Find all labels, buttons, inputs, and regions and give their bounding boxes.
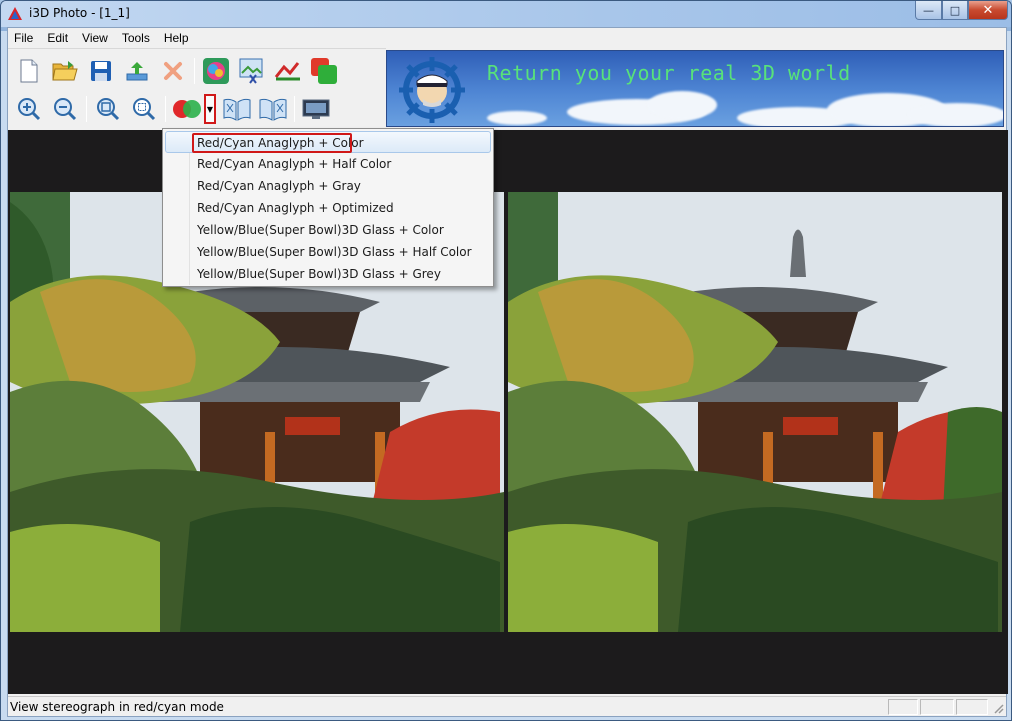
layers-icon bbox=[311, 58, 337, 84]
zoom-fit-button[interactable] bbox=[93, 94, 123, 124]
app-window: i3D Photo - [1_1] — □ ✕ File Edit View T… bbox=[0, 0, 1012, 721]
menu-file[interactable]: File bbox=[14, 31, 33, 45]
status-pane-1 bbox=[888, 699, 918, 715]
maximize-button[interactable]: □ bbox=[942, 1, 968, 20]
app-logo-icon bbox=[8, 7, 22, 20]
title-bar[interactable]: i3D Photo - [1_1] — □ ✕ bbox=[1, 1, 1011, 27]
anaglyph-icon bbox=[173, 100, 201, 118]
delete-icon bbox=[164, 62, 182, 80]
layers-button[interactable] bbox=[309, 56, 339, 86]
align-icon bbox=[274, 62, 300, 81]
option-label: Red/Cyan Anaglyph + Gray bbox=[197, 179, 361, 193]
option-label: Yellow/Blue(Super Bowl)3D Glass + Grey bbox=[197, 267, 441, 281]
selection-highlight-box bbox=[192, 133, 352, 153]
window-title: i3D Photo - [1_1] bbox=[29, 6, 130, 20]
stereo-image-viewer[interactable] bbox=[8, 130, 1008, 694]
cross-view-icon bbox=[259, 98, 287, 121]
open-folder-icon bbox=[52, 61, 78, 81]
option-label: Red/Cyan Anaglyph + Optimized bbox=[197, 201, 394, 215]
image-tool-icon bbox=[239, 58, 263, 84]
resize-grip-icon[interactable] bbox=[992, 702, 1004, 714]
menu-edit[interactable]: Edit bbox=[47, 31, 68, 45]
anaglyph-option-yellow-blue-color[interactable]: Yellow/Blue(Super Bowl)3D Glass + Color bbox=[163, 219, 493, 241]
anaglyph-button[interactable] bbox=[172, 94, 202, 124]
zoom-out-button[interactable] bbox=[50, 94, 80, 124]
anaglyph-option-red-cyan-optimized[interactable]: Red/Cyan Anaglyph + Optimized bbox=[163, 197, 493, 219]
anaglyph-option-red-cyan-half-color[interactable]: Red/Cyan Anaglyph + Half Color bbox=[163, 153, 493, 175]
zoom-actual-button[interactable] bbox=[129, 94, 159, 124]
maximize-icon: □ bbox=[949, 3, 961, 17]
parallel-view-icon bbox=[223, 98, 251, 121]
new-button[interactable] bbox=[14, 56, 44, 86]
anaglyph-option-yellow-blue-half-color[interactable]: Yellow/Blue(Super Bowl)3D Glass + Half C… bbox=[163, 241, 493, 263]
color-effects-icon bbox=[203, 58, 229, 84]
toolbar-separator bbox=[165, 96, 166, 122]
toolbar-separator bbox=[294, 96, 295, 122]
right-stereo-image bbox=[508, 192, 1002, 632]
banner-slogan: Return you your real 3D world bbox=[487, 61, 851, 85]
minimize-button[interactable]: — bbox=[915, 1, 942, 20]
color-effects-button[interactable] bbox=[201, 56, 231, 86]
status-text: View stereograph in red/cyan mode bbox=[10, 699, 224, 714]
option-label: Red/Cyan Anaglyph + Half Color bbox=[197, 157, 392, 171]
toolbar-row-1 bbox=[8, 53, 339, 89]
toolbar-row-2: ▼ bbox=[8, 91, 331, 127]
delete-button[interactable] bbox=[158, 56, 188, 86]
fullscreen-icon bbox=[302, 99, 330, 119]
anaglyph-option-red-cyan-gray[interactable]: Red/Cyan Anaglyph + Gray bbox=[163, 175, 493, 197]
zoom-fit-icon bbox=[97, 98, 120, 121]
menu-help[interactable]: Help bbox=[164, 31, 189, 45]
toolbar-separator bbox=[86, 96, 87, 122]
menu-bar: File Edit View Tools Help bbox=[8, 28, 1006, 48]
menu-view[interactable]: View bbox=[82, 31, 108, 45]
anaglyph-option-red-cyan-color[interactable]: Red/Cyan Anaglyph + Color bbox=[165, 131, 491, 153]
zoom-actual-icon bbox=[133, 98, 156, 121]
fullscreen-button[interactable] bbox=[301, 94, 331, 124]
status-bar: View stereograph in red/cyan mode bbox=[8, 696, 1006, 716]
toolbar-separator bbox=[194, 58, 195, 84]
export-icon bbox=[126, 62, 148, 81]
dropdown-arrow-icon: ▼ bbox=[206, 104, 214, 114]
status-pane-3 bbox=[956, 699, 988, 715]
option-label: Yellow/Blue(Super Bowl)3D Glass + Half C… bbox=[197, 245, 472, 259]
client-area: File Edit View Tools Help ▼ Return you y… bbox=[7, 27, 1008, 717]
option-label: Yellow/Blue(Super Bowl)3D Glass + Color bbox=[197, 223, 444, 237]
status-pane-2 bbox=[920, 699, 954, 715]
save-icon bbox=[91, 61, 111, 81]
minimize-icon: — bbox=[923, 3, 934, 17]
toolbar: ▼ bbox=[8, 48, 386, 128]
pagoda-photo-right bbox=[508, 192, 1002, 632]
parallel-view-button[interactable] bbox=[222, 94, 252, 124]
promo-banner: Return you your real 3D world bbox=[386, 50, 1004, 127]
cross-view-button[interactable] bbox=[258, 94, 288, 124]
save-button[interactable] bbox=[86, 56, 116, 86]
captain-mascot-logo bbox=[399, 57, 465, 123]
zoom-in-icon bbox=[18, 98, 41, 121]
zoom-out-icon bbox=[54, 98, 77, 121]
open-button[interactable] bbox=[50, 56, 80, 86]
anaglyph-mode-menu: Red/Cyan Anaglyph + Color Red/Cyan Anagl… bbox=[162, 128, 494, 287]
image-tool-button[interactable] bbox=[237, 56, 267, 86]
menu-tools[interactable]: Tools bbox=[122, 31, 150, 45]
close-button[interactable]: ✕ bbox=[968, 1, 1008, 20]
close-icon: ✕ bbox=[982, 2, 994, 18]
align-button[interactable] bbox=[273, 56, 303, 86]
zoom-in-button[interactable] bbox=[14, 94, 44, 124]
export-button[interactable] bbox=[122, 56, 152, 86]
anaglyph-option-yellow-blue-grey[interactable]: Yellow/Blue(Super Bowl)3D Glass + Grey bbox=[163, 263, 493, 285]
new-file-icon bbox=[20, 59, 38, 83]
anaglyph-mode-dropdown-button[interactable]: ▼ bbox=[204, 94, 216, 124]
